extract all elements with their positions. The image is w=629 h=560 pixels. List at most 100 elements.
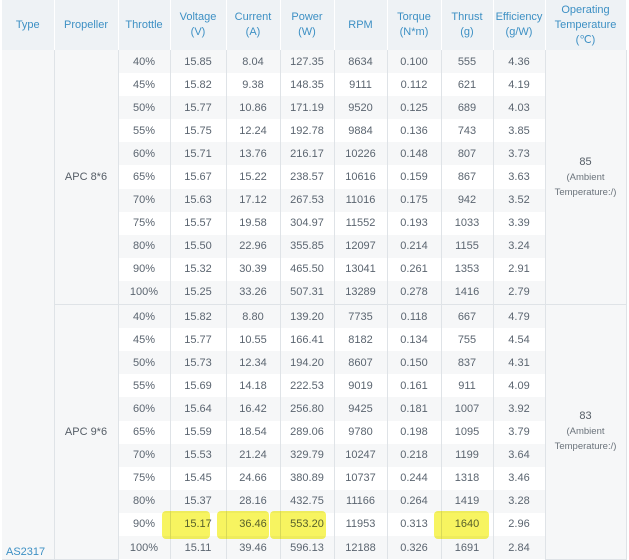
throttle-cell: 75%: [118, 211, 171, 235]
throttle-cell: 60%: [118, 397, 171, 421]
current-cell: 8.04: [226, 50, 281, 74]
torque-cell: 0.125: [387, 96, 442, 120]
rpm-cell: 9780: [334, 420, 388, 444]
voltage-cell: 15.37: [170, 489, 227, 513]
throttle-cell: 70%: [118, 443, 171, 467]
table-row: APC 9*6 40% 15.82 8.80 139.20 7735 0.118 667 4.7…: [2, 304, 627, 560]
current-cell: 22.96: [226, 234, 281, 258]
efficiency-cell: 3.28: [493, 489, 546, 513]
rpm-cell: 10226: [334, 142, 388, 166]
efficiency-cell: 4.03: [493, 96, 546, 120]
voltage-cell: 15.73: [170, 351, 227, 375]
current-cell: 10.55: [226, 328, 281, 352]
torque-cell: 0.150: [387, 351, 442, 375]
torque-cell: 0.198: [387, 420, 442, 444]
power-cell: 432.75: [280, 489, 335, 513]
power-cell: 148.35: [280, 73, 335, 97]
efficiency-cell: 2.84: [493, 535, 546, 560]
voltage-cell: 15.85: [170, 50, 227, 74]
efficiency-cell: 4.36: [493, 50, 546, 74]
voltage-cell: 15.45: [170, 466, 227, 490]
throttle-cell: 50%: [118, 96, 171, 120]
column-header-operating-temperature: Operating Temperature (℃): [545, 0, 627, 50]
torque-cell: 0.159: [387, 165, 442, 189]
current-cell: 18.54: [226, 420, 281, 444]
throttle-cell: 100%: [118, 535, 171, 560]
highlight-mark-thrust: [434, 511, 489, 539]
voltage-cell: 15.69: [170, 374, 227, 398]
table-row: AS2317 APC 8*6 40% 15.85 8.04 127.35 8634 0.100…: [2, 50, 627, 560]
throttle-cell: 80%: [118, 234, 171, 258]
thrust-cell: 621: [441, 73, 494, 97]
torque-cell: 0.244: [387, 466, 442, 490]
torque-cell: 0.112: [387, 73, 442, 97]
rpm-cell: 11166: [334, 489, 388, 513]
efficiency-cell: 3.46: [493, 466, 546, 490]
rpm-cell: 12188: [334, 535, 388, 560]
throttle-cell: 75%: [118, 466, 171, 490]
efficiency-cell: 3.52: [493, 188, 546, 212]
rpm-cell: 11552: [334, 211, 388, 235]
throttle-cell: 55%: [118, 119, 171, 143]
thrust-cell: 911: [441, 374, 494, 398]
propeller-cell: APC 9*6: [54, 304, 119, 560]
power-cell: 596.13: [280, 535, 335, 560]
efficiency-cell: 4.09: [493, 374, 546, 398]
voltage-cell: 15.59: [170, 420, 227, 444]
voltage-cell: 15.82: [170, 73, 227, 97]
power-cell: 329.79: [280, 443, 335, 467]
ambient-temperature-note: (Ambient Temperature:/): [554, 171, 617, 198]
operating-temperature-cell: 85 (Ambient Temperature:/): [545, 50, 627, 306]
thrust-cell: 867: [441, 165, 494, 189]
table-body: AS2317 APC 8*6 40% 15.85 8.04 127.35 8634 0.100…: [2, 50, 627, 560]
rpm-cell: 9111: [334, 73, 388, 97]
thrust-cell: 1007: [441, 397, 494, 421]
rpm-cell: 7735: [334, 304, 388, 329]
rpm-cell: 8607: [334, 351, 388, 375]
torque-cell: 0.136: [387, 119, 442, 143]
power-cell: 127.35: [280, 50, 335, 74]
efficiency-cell: 2.79: [493, 280, 546, 305]
power-cell: 216.17: [280, 142, 335, 166]
current-cell: 12.34: [226, 351, 281, 375]
rpm-cell: 9425: [334, 397, 388, 421]
column-header-voltage: Voltage (V): [170, 0, 227, 50]
column-header-torque: Torque (N*m): [387, 0, 442, 50]
power-cell: 380.89: [280, 466, 335, 490]
rpm-cell: 10737: [334, 466, 388, 490]
thrust-cell: 837: [441, 351, 494, 375]
type-cell: AS2317: [2, 50, 55, 560]
throttle-cell: 50%: [118, 351, 171, 375]
rpm-cell: 12097: [334, 234, 388, 258]
torque-cell: 0.134: [387, 328, 442, 352]
throttle-cell: 65%: [118, 165, 171, 189]
current-cell: 24.66: [226, 466, 281, 490]
efficiency-cell: 3.85: [493, 119, 546, 143]
voltage-cell: 15.63: [170, 188, 227, 212]
voltage-cell: 15.25: [170, 280, 227, 305]
thrust-cell: 1033: [441, 211, 494, 235]
efficiency-cell: 3.24: [493, 234, 546, 258]
rpm-cell: 10616: [334, 165, 388, 189]
header-row: Type Propeller Throttle Voltage (V) Current (A…: [2, 0, 627, 50]
throttle-cell: 60%: [118, 142, 171, 166]
power-cell: 267.53: [280, 188, 335, 212]
thrust-cell: 743: [441, 119, 494, 143]
current-cell: 30.39: [226, 257, 281, 281]
thrust-cell: 942: [441, 188, 494, 212]
rpm-cell: 13041: [334, 257, 388, 281]
throttle-cell: 100%: [118, 280, 171, 305]
rpm-cell: 10247: [334, 443, 388, 467]
torque-cell: 0.100: [387, 50, 442, 74]
voltage-cell: 15.53: [170, 443, 227, 467]
voltage-cell: 15.77: [170, 96, 227, 120]
throttle-cell: 70%: [118, 188, 171, 212]
thrust-cell: 1318: [441, 466, 494, 490]
power-cell: 139.20: [280, 304, 335, 329]
rpm-cell: 9520: [334, 96, 388, 120]
current-cell: 12.24: [226, 119, 281, 143]
efficiency-cell: 4.31: [493, 351, 546, 375]
thrust-cell: 667: [441, 304, 494, 329]
column-header-efficiency: Efficiency (g/W): [493, 0, 546, 50]
thrust-cell: 1691: [441, 535, 494, 560]
